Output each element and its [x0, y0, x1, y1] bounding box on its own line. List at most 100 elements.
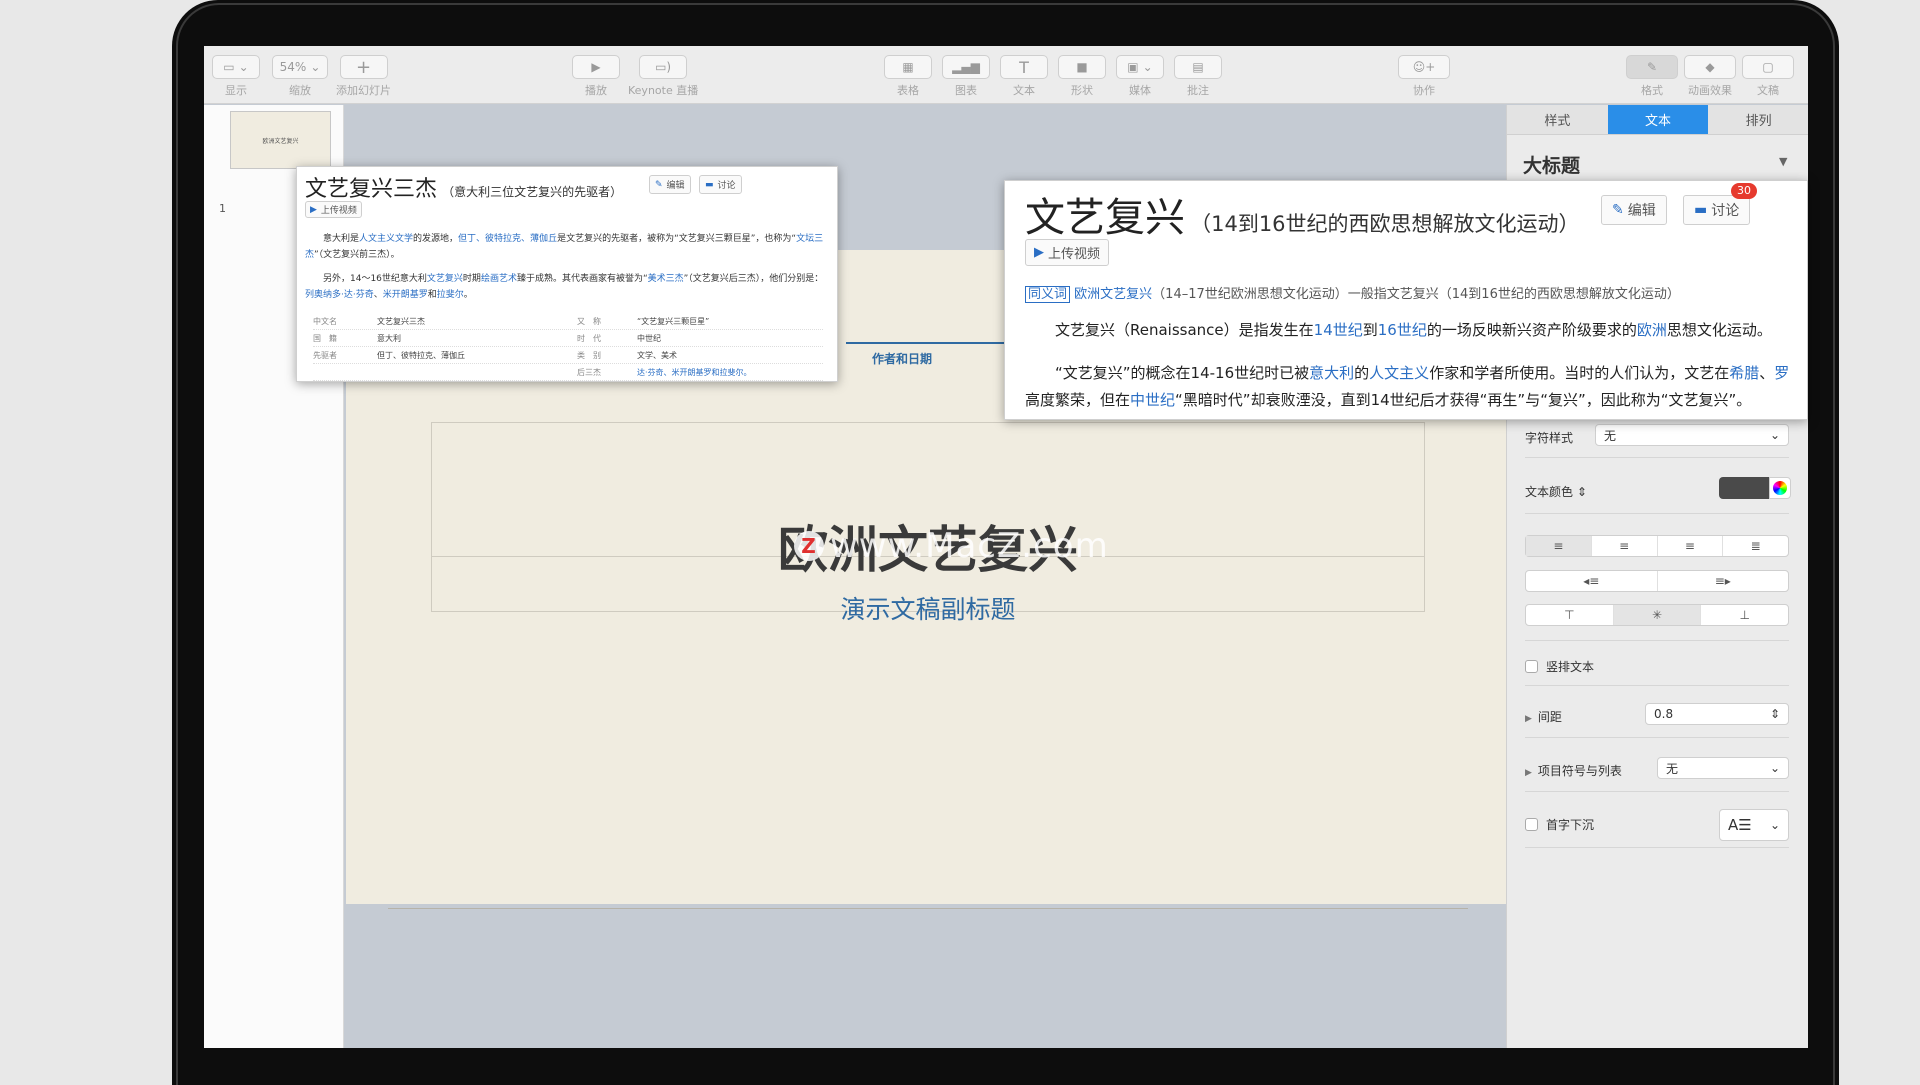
- popup-large-edit-button[interactable]: ✎ 编辑: [1601, 195, 1667, 225]
- link[interactable]: 罗: [1774, 364, 1789, 382]
- tab-arrange[interactable]: 排列: [1708, 105, 1808, 134]
- para-text: 文艺复兴（Renaissance）是指发生在: [1055, 321, 1314, 339]
- chevron-down-icon: ⌄: [310, 60, 321, 74]
- drop-cap-row[interactable]: 首字下沉: [1525, 816, 1594, 833]
- diamond-icon: ◆: [1705, 60, 1715, 74]
- chevron-down-icon[interactable]: ▼: [1779, 155, 1787, 168]
- link[interactable]: 但丁、彼特拉克、薄伽丘: [458, 234, 557, 244]
- align-right-icon[interactable]: ≡: [1658, 536, 1724, 556]
- zoom-button[interactable]: 54% ⌄ 缩放: [272, 55, 328, 98]
- table-button[interactable]: ▦ 表格: [884, 55, 932, 98]
- slide-thumbnail[interactable]: 欧洲文艺复兴: [230, 111, 331, 169]
- drop-cap-style-select[interactable]: A☰ ⌄: [1719, 809, 1789, 841]
- align-justify-icon[interactable]: ≣: [1723, 536, 1788, 556]
- spacing-value: 0.8: [1654, 707, 1674, 721]
- drop-cap-checkbox[interactable]: [1525, 818, 1538, 831]
- thumbnail-title: 欧洲文艺复兴: [262, 137, 299, 145]
- plus-icon: +: [355, 56, 372, 78]
- drop-cap-icon: A☰: [1728, 816, 1752, 834]
- synonym-line: 同义词 欧洲文艺复兴（14–17世纪欧洲思想文化运动）一般指文艺复兴（14到16…: [1025, 283, 1680, 303]
- author-date-text[interactable]: 作者和日期: [872, 350, 932, 367]
- link[interactable]: 列奥纳多·达·芬奇: [305, 290, 374, 300]
- align-middle-icon[interactable]: ✳: [1613, 605, 1702, 625]
- collaborate-button[interactable]: ☺+ 协作: [1398, 55, 1450, 98]
- outdent-icon[interactable]: ◂≡: [1526, 571, 1658, 591]
- chart-button[interactable]: ▂▄▆ 图表: [942, 55, 990, 98]
- play-label: 播放: [585, 84, 607, 97]
- bullets-row[interactable]: ▶ 项目符号与列表: [1525, 762, 1622, 779]
- para2-text: 臻于成熟。其代表画家有被誉为“: [516, 274, 648, 284]
- table-cell: 文学、美术: [637, 350, 677, 360]
- popup-large-discuss-button[interactable]: ▬ 讨论: [1683, 195, 1751, 225]
- link[interactable]: 欧洲: [1637, 321, 1667, 339]
- popup-large-subtitle: （14到16世纪的西欧思想解放文化运动）: [1190, 212, 1580, 236]
- para1-text: 的发源地，: [413, 234, 459, 244]
- link[interactable]: 文艺复兴: [427, 274, 463, 284]
- edit-label: 编辑: [1627, 203, 1656, 219]
- link[interactable]: 14世纪: [1314, 321, 1363, 339]
- text-label: 文本: [1013, 84, 1035, 97]
- link[interactable]: 拉斐尔: [437, 290, 464, 300]
- link[interactable]: 美术三杰: [648, 274, 684, 284]
- shape-button[interactable]: ■ 形状: [1058, 55, 1106, 98]
- align-top-icon[interactable]: ⊤: [1526, 605, 1614, 625]
- chart-icon: ▂▄▆: [952, 60, 980, 74]
- keynote-live-button[interactable]: ▭) Keynote 直播: [628, 55, 698, 98]
- table-cell: 国 籍: [313, 333, 337, 343]
- spacing-row[interactable]: ▶ 间距: [1525, 708, 1562, 725]
- add-slide-button[interactable]: + 添加幻灯片: [336, 55, 391, 98]
- link[interactable]: 绘画艺术: [481, 274, 517, 284]
- discuss-label: 讨论: [1711, 203, 1740, 219]
- stepper-icon[interactable]: ⇕: [1770, 707, 1780, 721]
- upload-label: 上传视频: [320, 206, 357, 216]
- chart-label: 图表: [955, 84, 977, 97]
- link[interactable]: 米开朗基罗: [383, 290, 428, 300]
- synonym-link[interactable]: 欧洲文艺复兴: [1074, 287, 1152, 302]
- popup-large-title: 文艺复兴: [1025, 195, 1185, 241]
- vertical-text-row[interactable]: 竖排文本: [1525, 658, 1594, 675]
- link[interactable]: 人文主义: [1369, 364, 1429, 382]
- color-wheel-button[interactable]: [1769, 477, 1791, 499]
- tab-text[interactable]: 文本: [1607, 105, 1709, 134]
- watermark-logo: Z: [794, 531, 824, 561]
- document-button[interactable]: ▢ 文稿: [1742, 55, 1794, 98]
- disclosure-triangle-icon[interactable]: ▶: [1525, 714, 1532, 724]
- animate-button[interactable]: ◆ 动画效果: [1684, 55, 1736, 98]
- popup-small-upload-button[interactable]: ▶ 上传视频: [305, 201, 362, 218]
- popup-large-upload-button[interactable]: ▶ 上传视频: [1025, 239, 1110, 266]
- table-cell: 时 代: [577, 333, 601, 343]
- bullets-value: 无: [1666, 761, 1679, 776]
- view-button[interactable]: ▭ ⌄ 显示: [212, 55, 260, 98]
- popup-small-discuss-button[interactable]: ▬ 讨论: [699, 175, 742, 194]
- char-style-select[interactable]: 无 ⌄: [1595, 424, 1789, 446]
- vertical-text-checkbox[interactable]: [1525, 660, 1538, 673]
- text-button[interactable]: T 文本: [1000, 55, 1048, 98]
- comment-button[interactable]: ▤ 批注: [1174, 55, 1222, 98]
- chevron-down-icon: ⌄: [1769, 761, 1780, 775]
- vertical-text-label: 竖排文本: [1546, 660, 1595, 674]
- align-left-icon[interactable]: ≡: [1526, 536, 1592, 556]
- link[interactable]: 中世纪: [1130, 391, 1175, 409]
- format-button[interactable]: ✎ 格式: [1626, 55, 1678, 98]
- align-center-icon[interactable]: ≡: [1592, 536, 1658, 556]
- tab-style[interactable]: 样式: [1507, 105, 1608, 134]
- popup-large-para2: “文艺复兴”的概念在14-16世纪时已被意大利的人文主义作家和学者所使用。当时的…: [1025, 362, 1789, 383]
- slide-number: 1: [219, 202, 226, 215]
- link[interactable]: 意大利: [1309, 364, 1354, 382]
- align-bottom-icon[interactable]: ⊥: [1701, 605, 1788, 625]
- media-button[interactable]: ▣ ⌄ 媒体: [1116, 55, 1164, 98]
- disclosure-triangle-icon[interactable]: ▶: [1525, 768, 1532, 778]
- comment-label: 批注: [1187, 84, 1209, 97]
- link[interactable]: 人文主义文学: [359, 234, 413, 244]
- text-color-swatch[interactable]: [1719, 477, 1769, 499]
- popup-small-edit-button[interactable]: ✎ 编辑: [649, 175, 691, 194]
- play-button[interactable]: ▶ 播放: [572, 55, 620, 98]
- slide-subtitle[interactable]: 演示文稿副标题: [431, 590, 1425, 626]
- indent-icon[interactable]: ≡▸: [1658, 571, 1789, 591]
- paragraph-style-name[interactable]: 大标题: [1523, 151, 1580, 178]
- alignment-control: ≡ ≡ ≡ ≣: [1525, 535, 1789, 557]
- bullets-select[interactable]: 无 ⌄: [1657, 757, 1789, 779]
- link[interactable]: 16世纪: [1378, 321, 1427, 339]
- spacing-stepper[interactable]: 0.8 ⇕: [1645, 703, 1789, 725]
- link[interactable]: 希腊: [1729, 364, 1759, 382]
